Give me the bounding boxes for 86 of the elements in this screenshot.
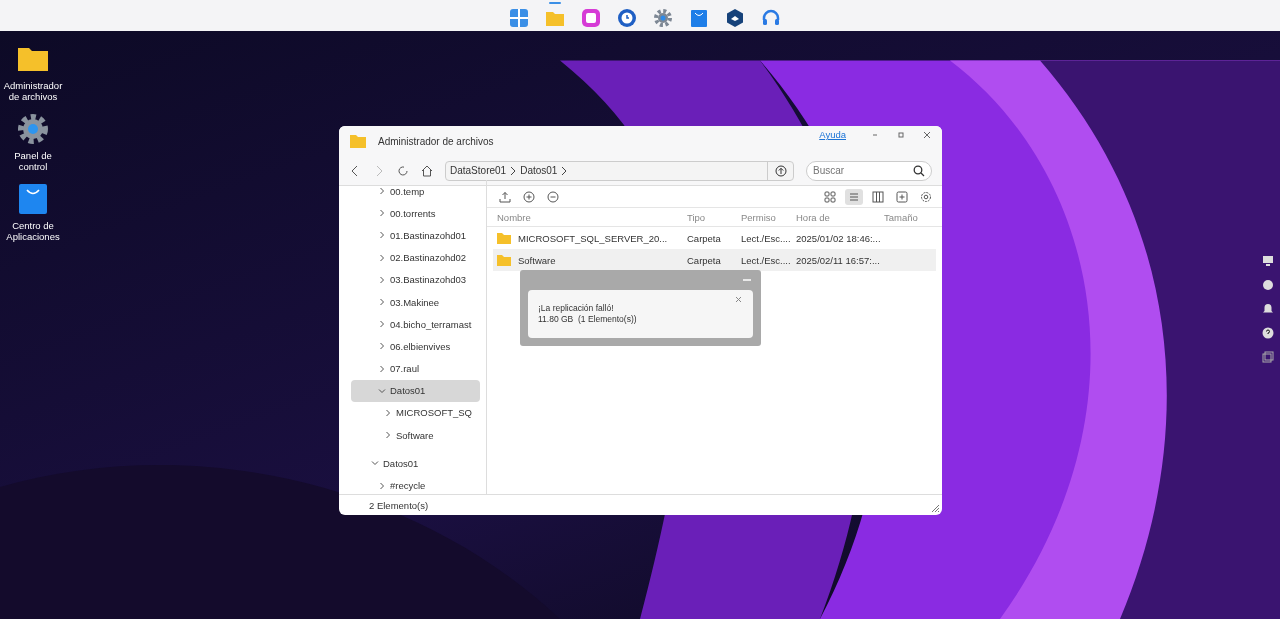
chevron-icon[interactable] bbox=[378, 298, 386, 307]
file-name: MICROSOFT_SQL_SERVER_20... bbox=[518, 232, 668, 244]
window-title: Administrador de archivos bbox=[377, 135, 495, 147]
tree-item[interactable]: MICROSOFT_SQ bbox=[351, 401, 480, 425]
resize-grip-icon[interactable] bbox=[930, 503, 940, 513]
tree-item[interactable]: 04.bicho_terramast bbox=[351, 313, 480, 336]
desktop-bag-icon[interactable] bbox=[16, 182, 50, 216]
search-field[interactable]: Buscar bbox=[806, 160, 932, 181]
table-cell-text: 2025/01/02 18:46:... bbox=[796, 232, 882, 244]
chevron-icon[interactable] bbox=[378, 320, 386, 329]
chevron-icon[interactable] bbox=[378, 187, 386, 196]
monitor-icon[interactable] bbox=[1262, 255, 1274, 267]
table-cell-text: 2025/02/11 16:57:... bbox=[796, 254, 881, 266]
table-cell-text: Carpeta bbox=[687, 254, 722, 266]
folder-icon bbox=[497, 254, 511, 266]
tree-item[interactable]: 01.Bastinazohd01 bbox=[351, 224, 480, 247]
desktop-icon-label[interactable]: Administrador de archivos bbox=[0, 80, 66, 102]
gear-icon[interactable] bbox=[652, 7, 674, 29]
table-cell-text: Lect./Esc.... bbox=[741, 232, 792, 244]
folder-icon bbox=[497, 232, 511, 244]
chevron-icon[interactable] bbox=[384, 408, 392, 417]
home-icon[interactable] bbox=[421, 164, 433, 177]
column-header[interactable]: Hora de bbox=[796, 211, 884, 223]
notification-detail: 11.80 GB (1 Elemento(s)) bbox=[538, 314, 638, 325]
tree-item[interactable]: 06.elbienvives bbox=[351, 335, 480, 358]
close-icon[interactable] bbox=[735, 296, 742, 303]
new-window-icon[interactable] bbox=[896, 190, 908, 203]
tree-item[interactable]: 07.raul bbox=[351, 357, 480, 380]
path-field[interactable]: DataStore01 Datos01 bbox=[445, 160, 794, 181]
tree-item[interactable]: Software bbox=[351, 424, 480, 447]
chevron-icon[interactable] bbox=[378, 209, 386, 218]
search-icon[interactable] bbox=[913, 164, 925, 177]
tree-item[interactable]: 03.Bastinazohd03 bbox=[351, 268, 480, 291]
chevron-icon[interactable] bbox=[378, 364, 386, 373]
table-cell-text: Carpeta bbox=[687, 232, 722, 244]
grid-icon[interactable] bbox=[508, 7, 530, 29]
notification-title: ¡La replicación falló! bbox=[538, 303, 615, 314]
tree-item[interactable]: Datos01 bbox=[351, 379, 480, 402]
help-icon[interactable] bbox=[1262, 327, 1274, 339]
column-header[interactable]: Tamaño bbox=[884, 211, 924, 223]
file-name: Software bbox=[518, 254, 556, 266]
column-header[interactable]: Tipo bbox=[687, 211, 741, 223]
column-header[interactable]: Nombre bbox=[497, 211, 687, 223]
table-cell-text: Lect./Esc.... bbox=[741, 254, 792, 266]
help-link[interactable]: Ayuda bbox=[819, 129, 846, 140]
refresh-icon[interactable] bbox=[397, 164, 409, 177]
tree-item[interactable]: 00.torrents bbox=[351, 202, 480, 225]
status-bar-text: 2 Elemento(s) bbox=[369, 499, 429, 511]
upload-icon[interactable] bbox=[774, 164, 787, 177]
tree-item[interactable]: 00.temp bbox=[351, 180, 480, 203]
tree-item[interactable]: #recycle bbox=[351, 474, 480, 494]
upload-icon[interactable] bbox=[499, 190, 511, 203]
file-row[interactable]: MICROSOFT_SQL_SERVER_20... Carpeta Lect./Esc.... 2025/01/02 18:46:... bbox=[493, 227, 936, 249]
windows-icon[interactable] bbox=[1262, 351, 1274, 363]
tree-item[interactable]: 02.Bastinazohd02 bbox=[351, 246, 480, 269]
chevron-icon[interactable] bbox=[378, 253, 386, 262]
desktop-gear-icon[interactable] bbox=[16, 112, 50, 146]
chevron-icon bbox=[509, 165, 518, 176]
maximize-icon[interactable] bbox=[896, 130, 906, 140]
chevron-icon[interactable] bbox=[378, 386, 386, 395]
chevron-icon[interactable] bbox=[384, 431, 392, 440]
bag-icon[interactable] bbox=[688, 7, 710, 29]
hexagon-icon[interactable] bbox=[724, 7, 746, 29]
folder-icon bbox=[350, 134, 366, 148]
chevron-icon[interactable] bbox=[371, 459, 379, 468]
chevron-icon[interactable] bbox=[378, 342, 386, 351]
add-icon[interactable] bbox=[523, 190, 535, 203]
chevron-icon[interactable] bbox=[378, 481, 386, 490]
close-icon[interactable] bbox=[922, 130, 932, 140]
square-icon[interactable] bbox=[580, 7, 602, 29]
breadcrumb-item[interactable]: Datos01 bbox=[520, 165, 558, 176]
bell-icon[interactable] bbox=[1262, 303, 1274, 315]
remove-icon[interactable] bbox=[547, 190, 559, 203]
desktop-icon-label[interactable]: Panel de control bbox=[0, 150, 66, 172]
chevron-icon[interactable] bbox=[378, 231, 386, 240]
chevron-icon[interactable] bbox=[378, 275, 386, 284]
clock-icon[interactable] bbox=[616, 7, 638, 29]
desktop-icon-label[interactable]: Centro de Aplicaciones bbox=[0, 220, 66, 242]
breadcrumb-item[interactable]: DataStore01 bbox=[450, 165, 507, 176]
tree-item[interactable]: 03.Makinee bbox=[351, 290, 480, 314]
column-header[interactable]: Permiso bbox=[741, 211, 796, 223]
chevron-icon bbox=[560, 165, 569, 176]
file-row[interactable]: Software Carpeta Lect./Esc.... 2025/02/11 16:57:... bbox=[493, 249, 936, 271]
minimize-icon[interactable] bbox=[743, 278, 751, 282]
settings-icon[interactable] bbox=[920, 190, 932, 203]
tree-item[interactable]: Datos01 bbox=[351, 452, 480, 475]
